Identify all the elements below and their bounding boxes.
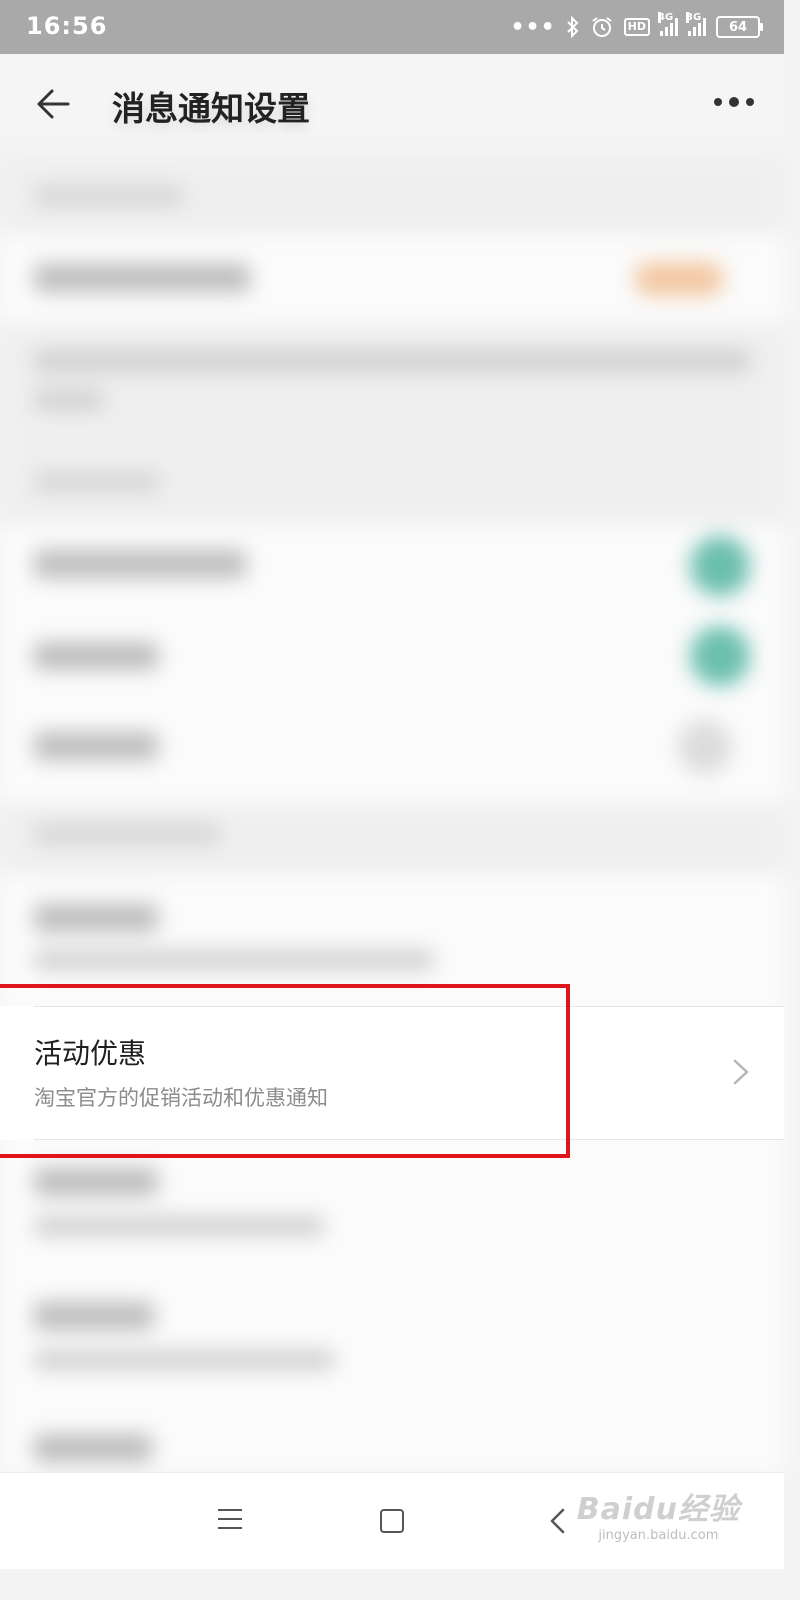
battery-level: 64 (728, 19, 748, 35)
status-icons: ••• HD 4G 3G 64 (510, 12, 763, 42)
arrow-left-icon (37, 89, 70, 119)
watermark-url: jingyan.baidu.com (598, 1528, 719, 1543)
page-title: 消息通知设置 (112, 89, 310, 128)
bluetooth-icon (566, 16, 580, 38)
battery-icon: 64 (716, 16, 763, 38)
more-horizontal-icon (714, 98, 722, 106)
blurred-settings-content (0, 154, 784, 1474)
highlight-annotation-box (0, 984, 570, 1158)
menu-icon[interactable] (218, 1509, 242, 1531)
chevron-right-icon (733, 1059, 749, 1085)
back-chevron-icon[interactable] (548, 1507, 566, 1535)
alarm-icon (590, 15, 614, 39)
signal-3g-icon: 3G (686, 12, 706, 36)
status-bar: 16:56 ••• HD 4G 3G 64 (0, 0, 784, 54)
hd-icon: HD (623, 18, 650, 36)
home-square-icon[interactable] (380, 1509, 404, 1533)
status-time: 16:56 (26, 12, 108, 40)
signal-4g-label: 4G (658, 12, 674, 23)
more-options-button[interactable] (714, 92, 758, 112)
back-button[interactable] (32, 82, 76, 126)
watermark: Baidu经验 jingyan.baidu.com (577, 1484, 740, 1543)
more-dots-icon: ••• (510, 14, 556, 40)
app-header: 消息通知设置 (0, 54, 784, 154)
watermark-brand: Baidu经验 (576, 1492, 740, 1527)
signal-4g-icon: 4G (658, 12, 678, 36)
signal-3g-label: 3G (686, 12, 702, 23)
